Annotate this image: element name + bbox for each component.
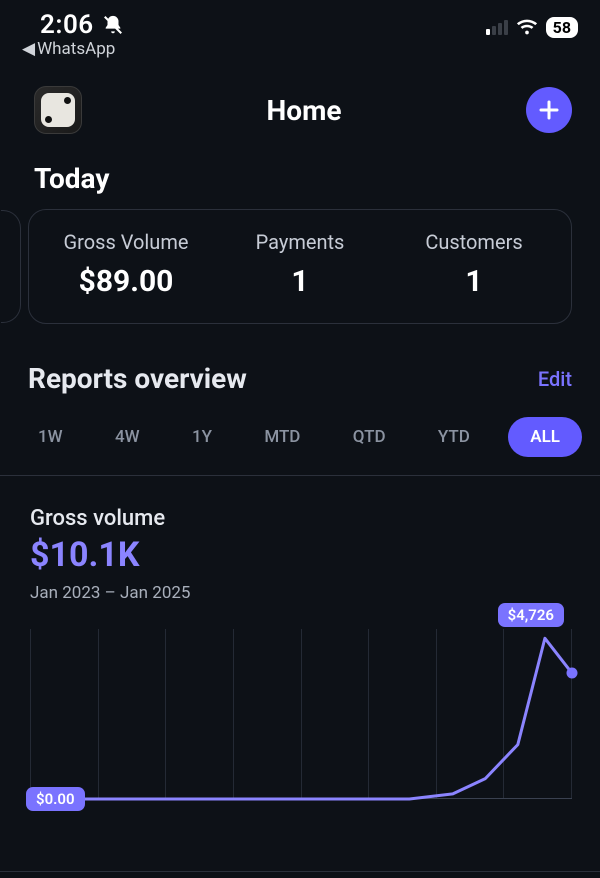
stat-label: Customers — [387, 230, 561, 254]
status-left: 2:06 ◀ WhatsApp — [40, 10, 124, 59]
stat-label: Payments — [213, 230, 387, 254]
app-header: Home — [0, 68, 600, 134]
gross-volume-range: Jan 2023 – Jan 2025 — [30, 583, 572, 603]
bottom-divider — [0, 871, 600, 872]
gross-volume-section: Gross volume $10.1K Jan 2023 – Jan 2025 — [0, 476, 600, 603]
cellular-signal-icon — [486, 19, 508, 35]
add-button[interactable] — [526, 87, 572, 133]
range-tab-qtd[interactable]: QTD — [339, 419, 400, 455]
stat-gross-volume: Gross Volume $89.00 — [39, 230, 213, 299]
range-tab-all[interactable]: ALL — [508, 417, 582, 457]
app-icon — [41, 93, 75, 127]
range-tab-ytd[interactable]: YTD — [424, 419, 484, 455]
stat-value: 1 — [213, 264, 387, 299]
stat-label: Gross Volume — [39, 230, 213, 254]
screen: 2:06 ◀ WhatsApp 58 — [0, 0, 600, 878]
range-tabs: 1W 4W 1Y MTD QTD YTD ALL — [0, 395, 600, 476]
bell-silent-icon — [102, 14, 124, 36]
stat-value: 1 — [387, 264, 561, 299]
gross-volume-value: $10.1K — [30, 535, 572, 575]
chart-start-label: $0.00 — [26, 787, 85, 811]
chevron-left-icon: ◀ — [22, 39, 35, 59]
back-to-app[interactable]: ◀ WhatsApp — [22, 39, 115, 59]
stat-customers: Customers 1 — [387, 230, 561, 299]
page-title: Home — [267, 94, 342, 127]
gross-volume-chart[interactable]: $0.00 $4,726 — [30, 629, 572, 799]
today-card[interactable]: Gross Volume $89.00 Payments 1 Customers… — [28, 209, 572, 324]
stat-payments: Payments 1 — [213, 230, 387, 299]
status-time: 2:06 — [40, 10, 94, 40]
battery-level: 58 — [546, 17, 578, 38]
status-bar: 2:06 ◀ WhatsApp 58 — [0, 0, 600, 68]
previous-card-peek[interactable] — [1, 210, 21, 323]
range-tab-1w[interactable]: 1W — [24, 419, 77, 455]
edit-link[interactable]: Edit — [538, 367, 572, 391]
stat-value: $89.00 — [39, 264, 213, 299]
account-switcher[interactable] — [34, 86, 82, 134]
chart-line — [30, 629, 572, 799]
range-tab-mtd[interactable]: MTD — [250, 419, 314, 455]
reports-header: Reports overview Edit — [0, 324, 600, 395]
today-title: Today — [0, 134, 600, 209]
plus-icon — [537, 98, 561, 122]
wifi-icon — [516, 16, 538, 38]
range-tab-1y[interactable]: 1Y — [178, 419, 226, 455]
gross-volume-title: Gross volume — [30, 506, 572, 531]
chart-end-dot — [567, 668, 578, 679]
chart-peak-label: $4,726 — [498, 603, 564, 627]
range-tab-4w[interactable]: 4W — [101, 419, 154, 455]
status-right: 58 — [486, 16, 578, 38]
reports-title: Reports overview — [28, 362, 247, 395]
back-app-label: WhatsApp — [37, 39, 115, 59]
